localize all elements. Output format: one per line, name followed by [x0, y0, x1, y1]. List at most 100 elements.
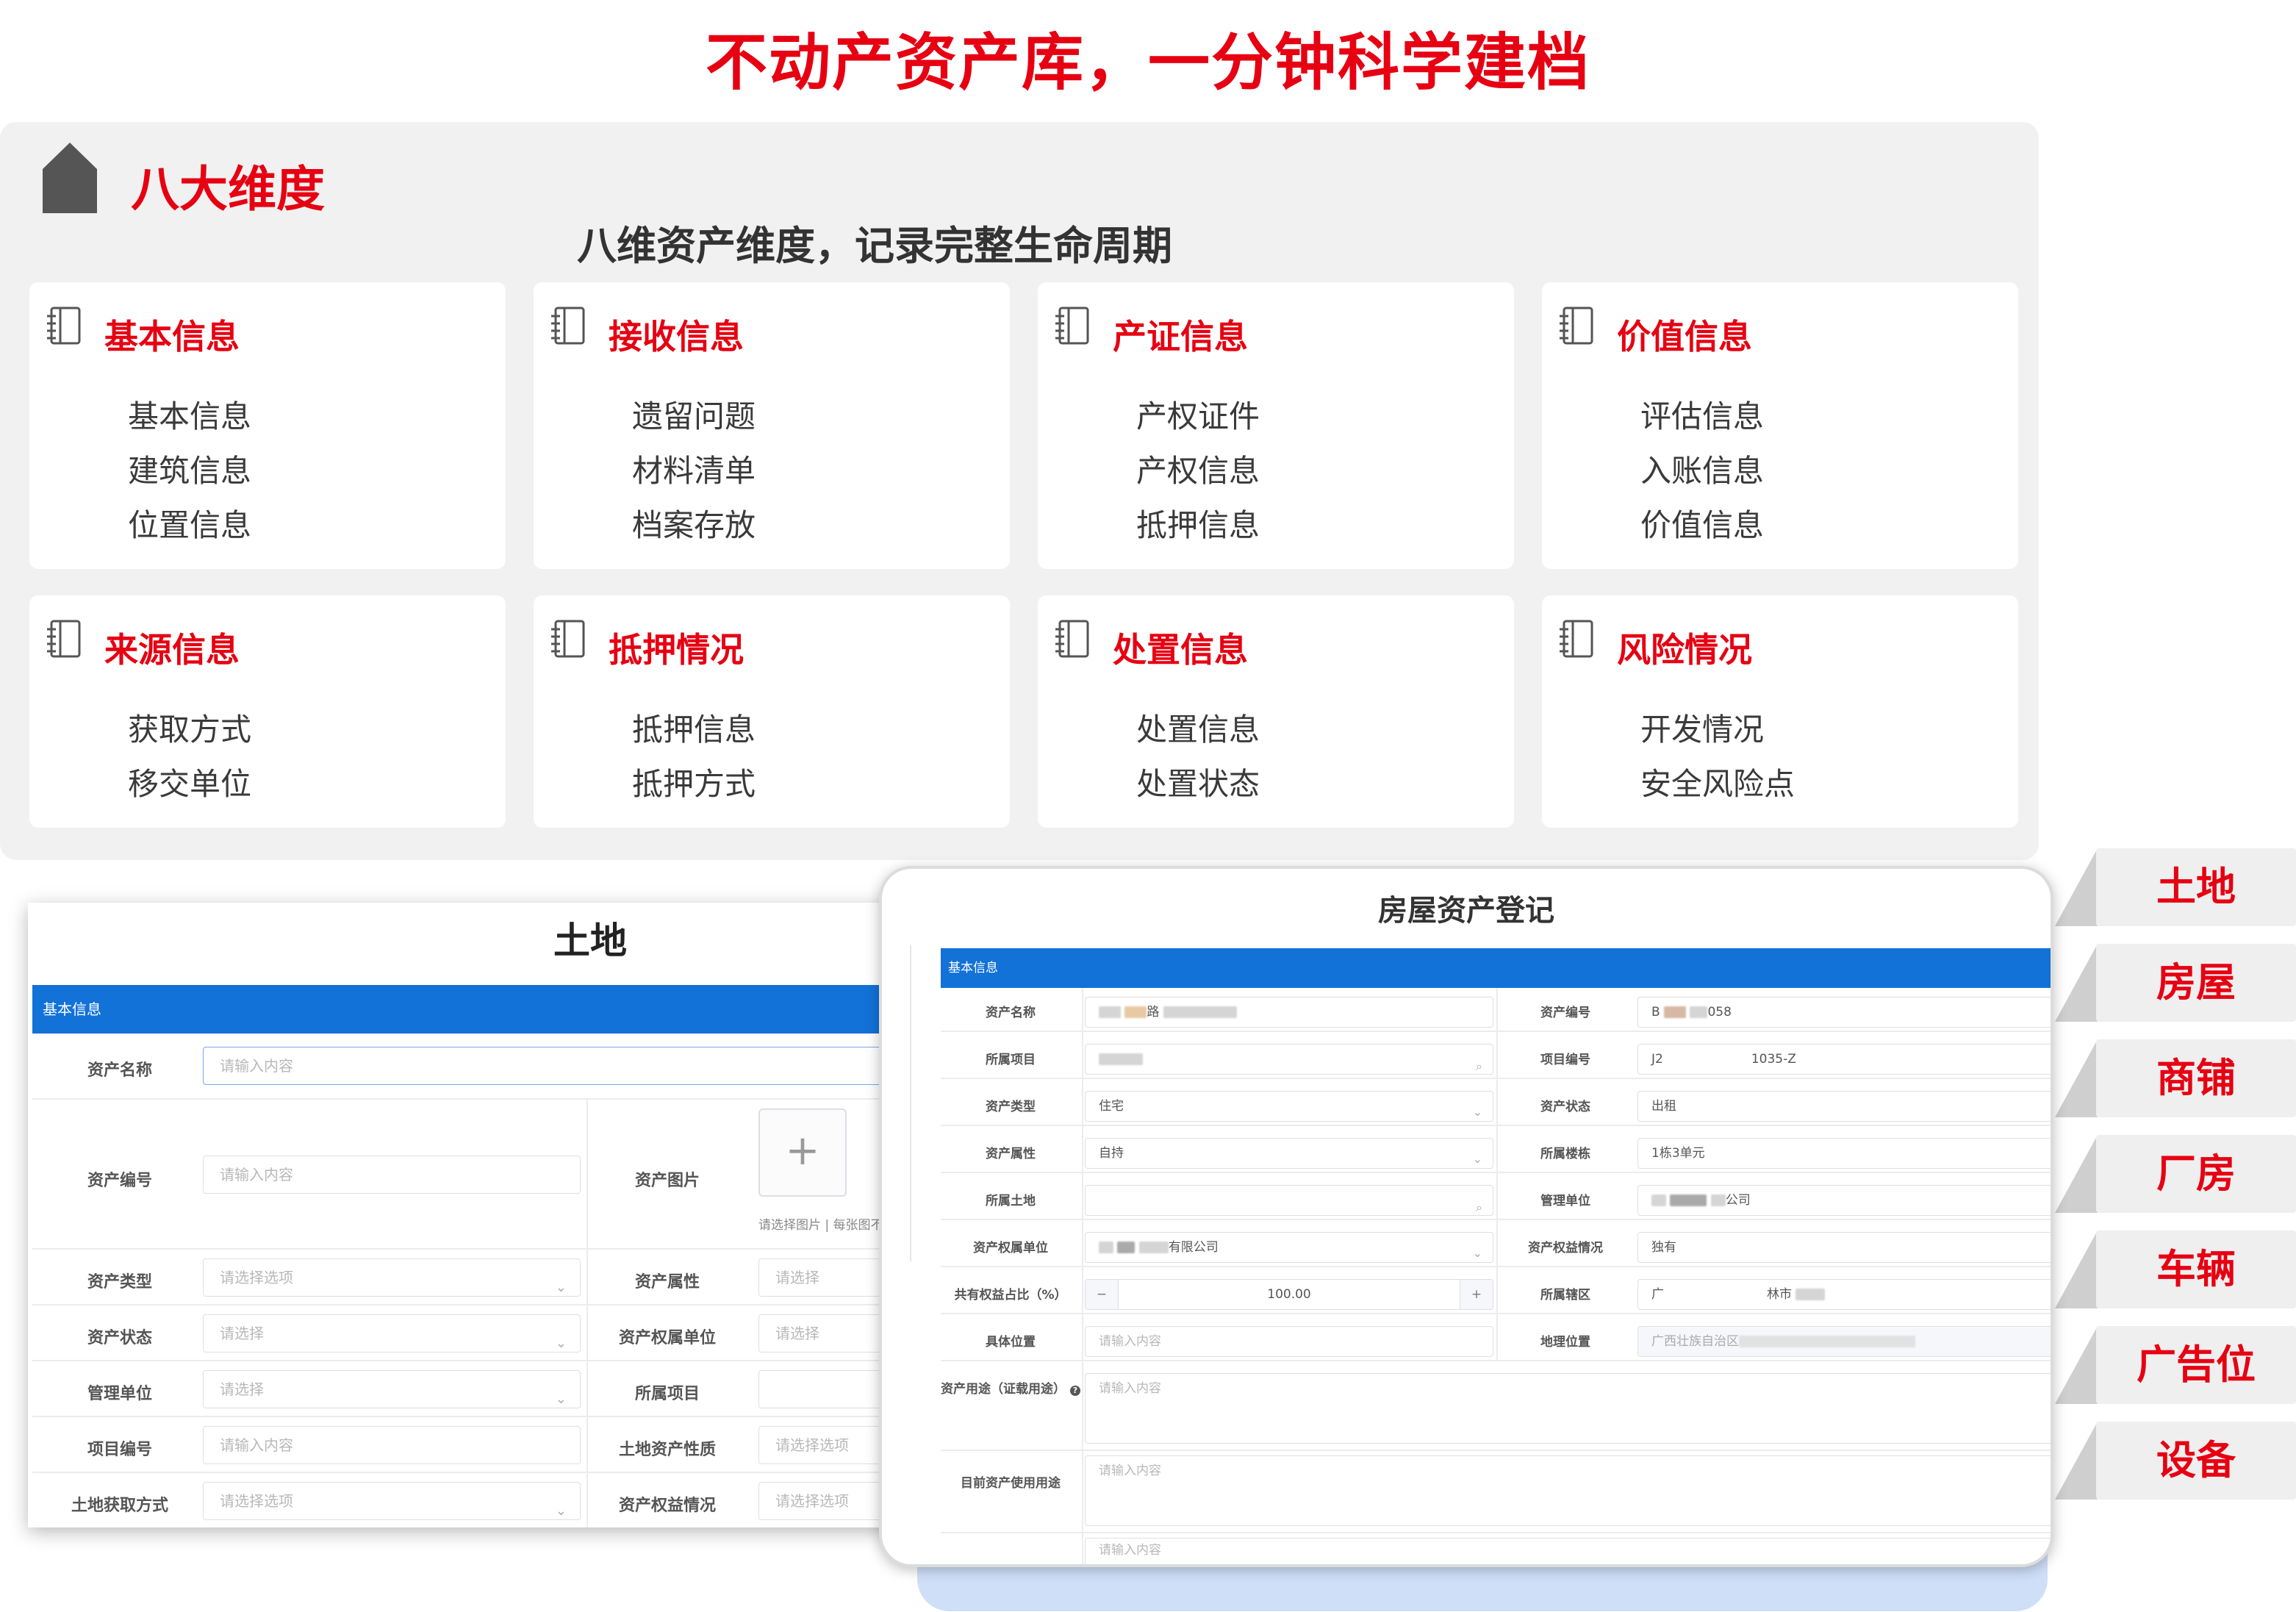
house-icon: [43, 143, 97, 213]
chevron-down-icon: ⌄: [555, 1503, 567, 1519]
dimension-item: 遗留问题: [632, 398, 756, 434]
equity-select[interactable]: 独有: [1637, 1232, 2051, 1263]
dimension-card-title: 来源信息: [104, 630, 240, 670]
search-icon[interactable]: ⌕: [1476, 1193, 1482, 1215]
search-icon[interactable]: ⌕: [1476, 1052, 1482, 1074]
dimension-item: 抵押信息: [632, 712, 756, 748]
dimensions-title: 八大维度: [131, 161, 325, 218]
dimension-card: 接收信息 遗留问题 材料清单 档案存放: [534, 282, 1010, 569]
chevron-down-icon: ⌄: [1472, 1246, 1482, 1260]
project-select[interactable]: ⌕: [1085, 1044, 1493, 1075]
dimension-item: 档案存放: [632, 507, 756, 543]
dimension-card-title: 价值信息: [1617, 317, 1752, 357]
dimension-item: 移交单位: [128, 766, 252, 802]
minus-button[interactable]: −: [1086, 1280, 1119, 1309]
land-form-window: 土地 基本信息 资产名称 请输入内容 资产编号 请输入内容 资产图片 + 请选择…: [28, 903, 944, 1527]
field-label: 资产类型: [87, 1273, 152, 1292]
upload-image-button[interactable]: +: [758, 1108, 847, 1197]
usage-cert-textarea[interactable]: 请输入内容: [1085, 1373, 2051, 1444]
field-label: 资产权属单位: [973, 1241, 1048, 1255]
help-icon[interactable]: ?: [1069, 1386, 1080, 1396]
chevron-down-icon: ⌄: [1472, 1152, 1482, 1166]
field-label: 地理位置: [1540, 1335, 1590, 1350]
dimension-item: 抵押信息: [1136, 507, 1260, 543]
category-tag-label: 设备: [2096, 1422, 2296, 1500]
usage-now-textarea[interactable]: 请输入内容: [1085, 1455, 2051, 1526]
owner-unit-select[interactable]: 有限公司 ⌄: [1085, 1232, 1493, 1263]
asset-type-select[interactable]: 请选择选项 ⌄: [203, 1258, 581, 1297]
dimension-item: 基本信息: [128, 398, 252, 434]
field-label: 资产状态: [1540, 1100, 1590, 1114]
dimension-card: 价值信息 评估信息 入账信息 价值信息: [1542, 282, 2018, 569]
field-label: 资产权益情况: [618, 1497, 716, 1515]
section-bar: 基本信息: [32, 985, 944, 1034]
dimension-card: 产证信息 产权证件 产权信息 抵押信息: [1038, 282, 1514, 569]
asset-attr-select[interactable]: 自持 ⌄: [1085, 1138, 1493, 1169]
field-label: 土地获取方式: [71, 1497, 168, 1515]
asset-type-select[interactable]: 住宅 ⌄: [1085, 1091, 1493, 1122]
field-label: 所属楼栋: [1540, 1147, 1590, 1161]
field-label: 共有权益占比（%）: [954, 1288, 1067, 1303]
dimension-card: 基本信息 基本信息 建筑信息 位置信息: [29, 282, 506, 569]
building-select[interactable]: 1栋3单元: [1637, 1138, 2051, 1169]
asset-no-input[interactable]: B 058: [1637, 997, 2051, 1028]
asset-name-input[interactable]: 请输入内容: [203, 1047, 944, 1085]
field-label: 资产编号: [1540, 1006, 1590, 1020]
dimension-item: 价值信息: [1640, 507, 1765, 543]
mgmt-unit-select[interactable]: 请选择 ⌄: [203, 1370, 581, 1408]
district-select[interactable]: 广林市: [1637, 1279, 2051, 1310]
dimension-item: 开发情况: [1640, 712, 1765, 748]
house-form-window: 房屋资产登记 基本信息 资产名称 路 资产编号 B 058 所属项目 ⌕ 项目编…: [879, 866, 2053, 1567]
category-tag-label: 商铺: [2096, 1039, 2296, 1117]
category-tag-label: 土地: [2096, 848, 2296, 926]
dimension-card: 处置信息 处置信息 处置状态: [1038, 595, 1514, 828]
land-form-title: 土地: [553, 920, 627, 962]
field-label: 资产编号: [87, 1172, 152, 1190]
mgmt-unit-select[interactable]: 公司: [1637, 1185, 2051, 1216]
dimension-card-title: 产证信息: [1113, 317, 1248, 357]
notebook-icon: [1560, 307, 1593, 345]
dimension-card-title: 基本信息: [104, 317, 240, 357]
field-label: 所属土地: [986, 1194, 1036, 1208]
field-label: 目前资产使用用途: [961, 1476, 1061, 1491]
asset-no-input[interactable]: 请输入内容: [203, 1156, 581, 1194]
field-label: 资产状态: [87, 1329, 152, 1347]
asset-status-select[interactable]: 出租: [1637, 1091, 2051, 1122]
dimension-item: 抵押方式: [632, 766, 756, 802]
category-tag[interactable]: 商铺: [2055, 1039, 2296, 1117]
project-no-input[interactable]: J2 1035-Z: [1637, 1044, 2051, 1075]
location-input[interactable]: 请输入内容: [1085, 1326, 1493, 1357]
notebook-icon: [47, 307, 81, 345]
field-label: 管理单位: [1540, 1194, 1590, 1208]
category-tag[interactable]: 土地: [2055, 848, 2296, 926]
field-label: 资产权益情况: [1528, 1241, 1603, 1255]
chevron-down-icon: ⌄: [555, 1391, 567, 1407]
category-tag[interactable]: 车辆: [2055, 1231, 2296, 1308]
dimension-card-title: 风险情况: [1617, 630, 1752, 670]
land-select[interactable]: ⌕: [1085, 1185, 1493, 1216]
project-no-input[interactable]: 请输入内容: [203, 1426, 581, 1464]
asset-name-input[interactable]: 路: [1085, 997, 1493, 1028]
notebook-icon: [551, 307, 585, 345]
category-tag[interactable]: 广告位: [2055, 1326, 2296, 1404]
geo-location-input[interactable]: 广西壮族自治区: [1637, 1326, 2051, 1357]
share-ratio-stepper[interactable]: − 100.00 +: [1085, 1279, 1493, 1310]
upload-hint: 请选择图片 | 每张图不: [758, 1218, 883, 1233]
category-tag[interactable]: 厂房: [2055, 1135, 2296, 1213]
category-tag[interactable]: 房屋: [2055, 944, 2296, 1022]
chevron-down-icon: ⌄: [555, 1280, 567, 1295]
asset-status-select[interactable]: 请选择 ⌄: [203, 1314, 581, 1353]
notebook-icon: [47, 620, 81, 658]
dimension-item: 入账信息: [1640, 453, 1765, 489]
field-label: 资产类型: [986, 1100, 1036, 1114]
plus-button[interactable]: +: [1460, 1280, 1493, 1309]
dimension-item: 产权证件: [1136, 398, 1260, 434]
notebook-icon: [1560, 620, 1593, 658]
dimension-item: 位置信息: [128, 507, 252, 543]
field-label: 所属辖区: [1540, 1288, 1590, 1303]
category-tag[interactable]: 设备: [2055, 1422, 2296, 1500]
category-tag-label: 房屋: [2096, 944, 2296, 1022]
acquire-way-select[interactable]: 请选择选项 ⌄: [203, 1482, 581, 1520]
extra-textarea[interactable]: 请输入内容: [1085, 1538, 2051, 1564]
dimension-card-title: 接收信息: [609, 317, 744, 357]
